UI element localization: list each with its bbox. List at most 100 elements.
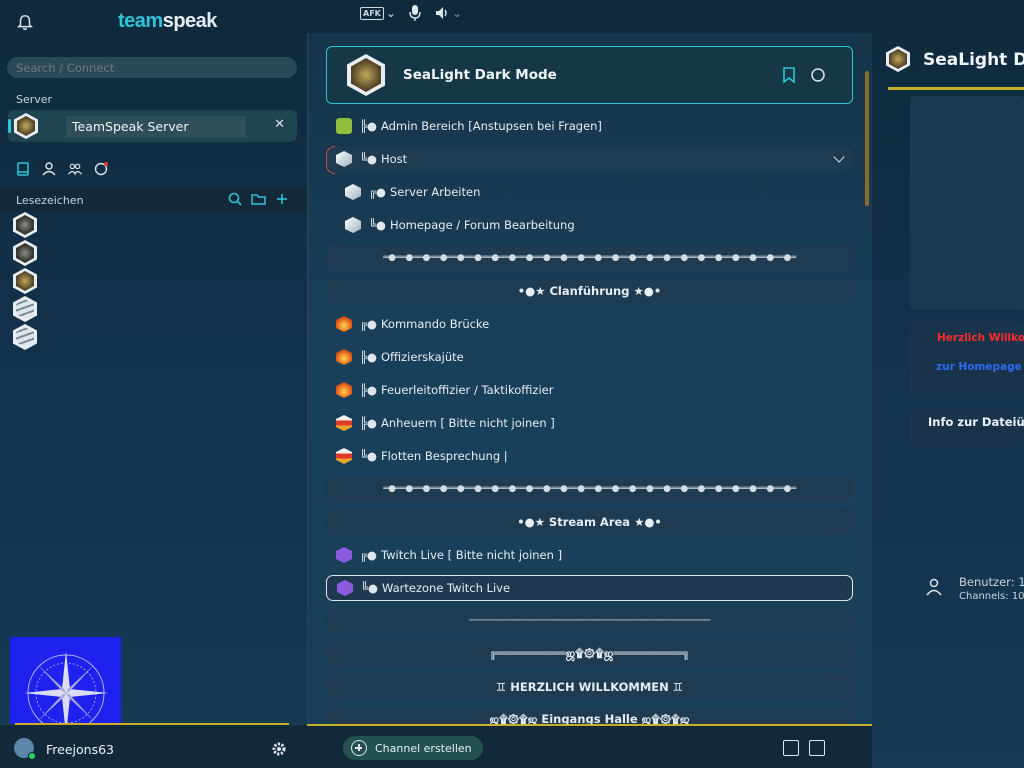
teamspeak-logo: teamspeak — [118, 10, 217, 33]
accent-line — [888, 87, 1024, 90]
close-icon[interactable]: ✕ — [274, 117, 285, 132]
users-count: Benutzer: 1 — [959, 575, 1024, 589]
help-badge-icon — [336, 118, 352, 134]
server-card-actions — [782, 67, 826, 83]
channel-name: Offizierskajüte — [380, 350, 464, 364]
bookmark-server-logo-icon[interactable] — [13, 240, 37, 266]
flag-icon — [336, 448, 352, 464]
channel-prefix: ╔● — [360, 317, 377, 331]
channel-name: Admin Bereich [Anstupsen bei Fragen] — [380, 119, 602, 133]
channel-name: Wartezone Twitch Live — [381, 581, 511, 595]
channel-item[interactable]: ╚● Flotten Besprechung | — [326, 443, 853, 469]
cube-icon — [345, 184, 361, 200]
sidebar-tabs — [16, 162, 108, 176]
twitch-icon — [336, 547, 352, 563]
speaker-icon — [435, 7, 447, 19]
server-header-card[interactable]: SeaLight Dark Mode — [326, 46, 853, 104]
server-title: SeaLight Dark Mode — [403, 67, 557, 83]
plus-circle-icon — [351, 740, 367, 756]
cube-icon — [345, 217, 361, 233]
history-icon[interactable] — [809, 740, 825, 756]
search-icon[interactable] — [228, 192, 242, 206]
server-info-panel: SeaLight Da Herzlich Willkom zur Homepag… — [872, 33, 1024, 768]
group-icon[interactable] — [68, 162, 82, 176]
bell-icon[interactable] — [16, 14, 34, 32]
channel-prefix: ╔● — [360, 548, 377, 562]
chevron-down-icon[interactable] — [833, 151, 845, 163]
bookmarks-tools — [228, 192, 289, 206]
chevron-down-icon: ⌄ — [385, 6, 396, 20]
channel-header[interactable]: ♊ HERZLICH WILLKOMMEN ♊ — [326, 674, 853, 700]
channel-tree-panel: SeaLight Dark Mode ╠● Admin Bereich [Anst… — [307, 33, 872, 733]
person-icon — [926, 578, 942, 596]
channel-item[interactable]: ╚● Host — [326, 146, 853, 174]
server-logo-icon — [886, 46, 910, 72]
channel-item[interactable]: ╔● Twitch Live [ Bitte nicht joinen ] — [326, 542, 853, 568]
bookmark-icon[interactable] — [782, 67, 796, 83]
channel-item[interactable]: ╠● Admin Bereich [Anstupsen bei Fragen] — [326, 113, 853, 139]
channel-name: Anheuern [ Bitte nicht joinen ] — [380, 416, 555, 430]
create-channel-button[interactable]: Channel erstellen — [343, 736, 483, 760]
channel-spacer[interactable]: ═●══●══●══●══●══●══●══●══●══●══●══●══●══… — [326, 245, 853, 271]
channel-name: Flotten Besprechung | — [380, 449, 508, 463]
channel-name: Homepage / Forum Bearbeitung — [389, 218, 575, 232]
bookmark-layers-icon[interactable] — [13, 296, 37, 322]
file-info-text: Info zur Dateiübe — [928, 415, 1024, 429]
channel-spacer[interactable]: ═●══●══●══●══●══●══●══●══●══●══●══●══●══… — [326, 476, 853, 502]
center-bottom-bar: Channel erstellen — [307, 724, 872, 768]
scrollbar-thumb[interactable] — [865, 71, 869, 206]
channel-prefix: ╠● — [360, 383, 377, 397]
channel-prefix: ╠● — [360, 119, 377, 133]
channel-item[interactable]: ╔● Server Arbeiten — [326, 179, 853, 205]
brand-team: team — [118, 10, 163, 32]
channel-prefix: ╠● — [360, 350, 377, 364]
channel-item[interactable]: ╠● Feuerleitoffizier / Taktikoffizier — [326, 377, 853, 403]
channel-item[interactable]: ╚● Wartezone Twitch Live — [326, 575, 853, 601]
channel-name: Feuerleitoffizier / Taktikoffizier — [380, 383, 554, 397]
folder-icon[interactable] — [251, 192, 266, 206]
chat-icon[interactable] — [810, 67, 826, 83]
channel-prefix: ╚● — [360, 152, 377, 166]
microphone-toggle[interactable] — [408, 4, 422, 22]
add-icon[interactable] — [275, 192, 289, 206]
active-indicator — [8, 119, 11, 133]
server-logo-icon — [14, 113, 38, 139]
channel-header[interactable]: •●★ Stream Area ★●• — [326, 509, 853, 535]
bookmark-book-icon[interactable] — [16, 162, 30, 176]
fire-icon — [336, 349, 352, 365]
accent-line — [15, 723, 289, 725]
top-toolbar: AFK ⌄ ⌄ — [360, 4, 462, 22]
phone-icon[interactable] — [783, 740, 799, 756]
user-nickname[interactable]: Freejons63 — [46, 742, 114, 757]
server-section-label: Server — [16, 93, 53, 106]
channel-prefix: ╚● — [360, 449, 377, 463]
channel-name: Host — [380, 152, 408, 166]
homepage-link[interactable]: zur Homepage au — [936, 361, 1024, 373]
afk-label: AFK — [360, 6, 384, 20]
gear-icon[interactable] — [271, 741, 287, 757]
afk-toggle[interactable]: AFK ⌄ — [360, 6, 396, 20]
brand-speak: speak — [162, 10, 218, 32]
channel-prefix: ╚● — [361, 581, 378, 595]
bookmark-server-logo-gold-icon[interactable] — [13, 268, 37, 294]
channel-header[interactable]: •●★ Clanführung ★●• — [326, 278, 853, 304]
channel-item[interactable]: ╠● Anheuern [ Bitte nicht joinen ] — [326, 410, 853, 436]
channel-spacer[interactable]: ────────────────────────────────────────… — [326, 608, 853, 634]
left-sidebar: Server TeamSpeak Server ✕ Lesezeichen — [0, 34, 307, 748]
search-connect-input[interactable] — [7, 57, 297, 78]
chevron-down-icon: ⌄ — [451, 6, 462, 20]
server-tab-teamspeak[interactable]: TeamSpeak Server ✕ — [8, 110, 297, 142]
bookmark-server-logo-icon[interactable] — [13, 212, 37, 238]
channel-item[interactable]: ╔● Kommando Brücke — [326, 311, 853, 337]
bookmark-layers-icon[interactable] — [13, 324, 37, 350]
channel-prefix: ╔● — [369, 185, 386, 199]
contact-icon[interactable] — [42, 162, 56, 176]
speaker-toggle[interactable]: ⌄ — [434, 5, 462, 21]
chat-bubble-icon[interactable] — [94, 162, 108, 176]
channel-prefix: ╚● — [369, 218, 386, 232]
channel-header[interactable]: ╔══════════ஜ۩۞۩ஜ══════════╗ — [326, 641, 853, 667]
channel-item[interactable]: ╚● Homepage / Forum Bearbeitung — [326, 212, 853, 238]
welcome-text: Herzlich Willkom — [937, 332, 1024, 344]
channel-item[interactable]: ╠● Offizierskajüte — [326, 344, 853, 370]
bookmarks-label: Lesezeichen — [16, 194, 84, 207]
